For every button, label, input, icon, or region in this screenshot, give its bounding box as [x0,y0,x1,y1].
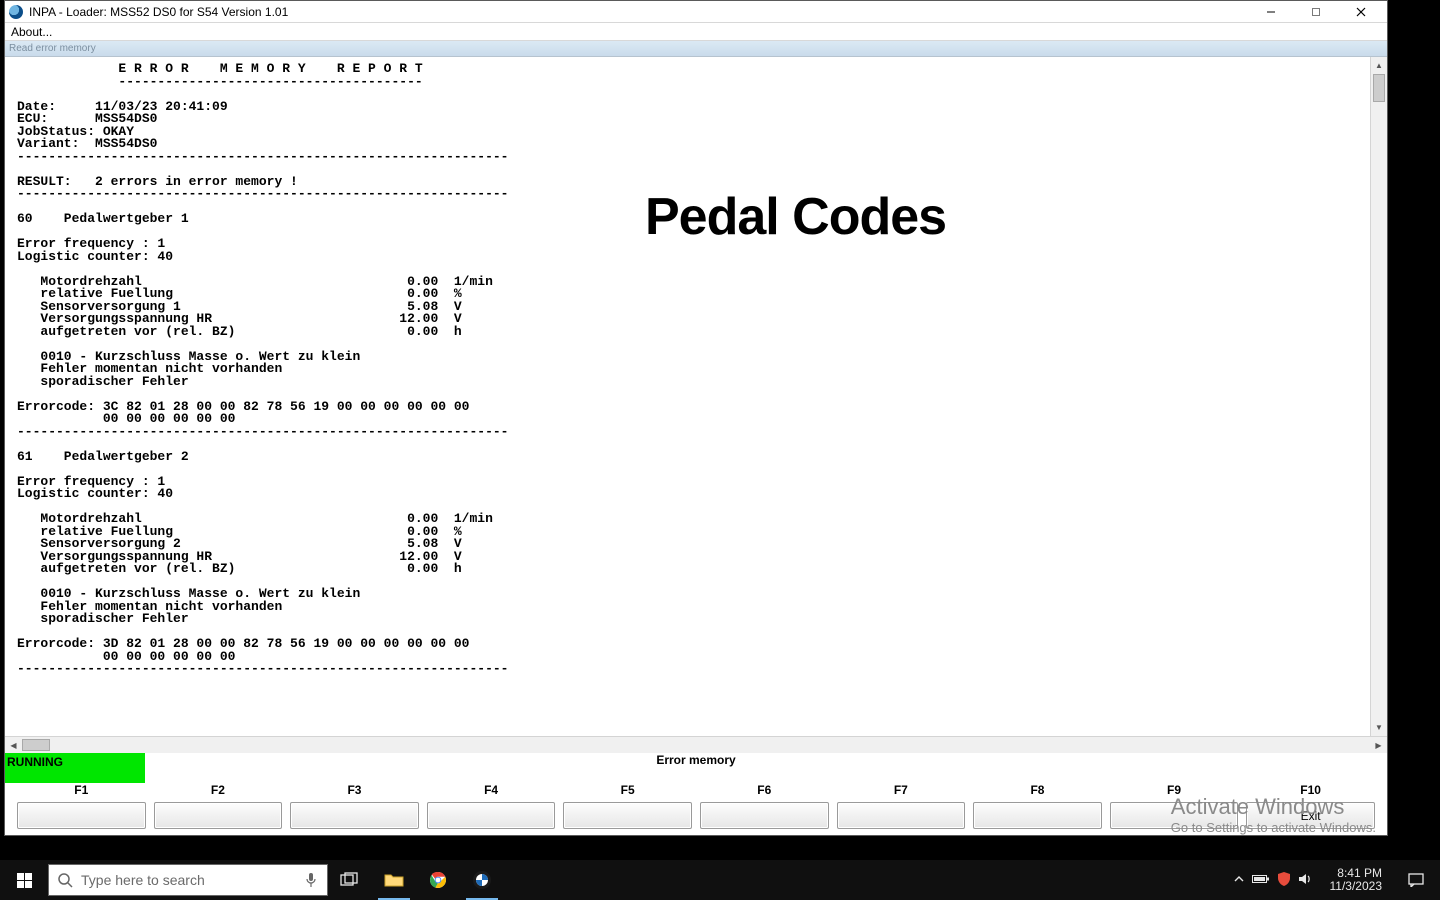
vertical-scrollbar[interactable]: ▲ ▼ [1370,57,1387,736]
tray-security-icon[interactable] [1278,872,1290,889]
fn-button-row: Exit [5,799,1387,835]
hscroll-thumb[interactable] [22,739,50,751]
tray-battery-icon[interactable] [1252,873,1270,887]
toolbar: Read error memory [5,41,1387,57]
fn-label-f9: F9 [1110,783,1239,799]
task-view-button[interactable] [328,860,372,900]
tray-volume-icon[interactable] [1298,873,1312,888]
microphone-icon[interactable] [295,872,327,888]
fn-label-f4: F4 [427,783,556,799]
taskbar-search[interactable]: Type here to search [48,864,328,896]
tray-chevron-up-icon[interactable] [1234,873,1244,887]
fn-label-f1: F1 [17,783,146,799]
error-memory-report: E R R O R M E M O R Y R E P O R T ------… [5,57,1370,676]
horizontal-scrollbar[interactable]: ◀ ▶ [5,736,1387,753]
scroll-left-arrow-icon[interactable]: ◀ [5,737,22,753]
window-title: INPA - Loader: MSS52 DS0 for S54 Version… [29,5,1248,19]
fn-label-row: F1 F2 F3 F4 F5 F6 F7 F8 F9 F10 [5,783,1387,799]
menu-bar: About... [5,23,1387,41]
system-tray: 8:41 PM 11/3/2023 [1230,860,1440,900]
report-pane: E R R O R M E M O R Y R E P O R T ------… [5,57,1370,736]
status-center: Error memory [5,753,1387,767]
search-icon [49,872,81,888]
fn-label-f7: F7 [837,783,966,799]
fn-button-f5[interactable] [563,802,692,829]
scroll-right-arrow-icon[interactable]: ▶ [1370,737,1387,753]
fn-button-f7[interactable] [837,802,966,829]
titlebar[interactable]: INPA - Loader: MSS52 DS0 for S54 Version… [5,1,1387,23]
tray-date: 11/3/2023 [1330,880,1383,893]
taskbar: Type here to search [0,860,1440,900]
close-button[interactable] [1338,1,1383,23]
windows-logo-icon [17,873,32,888]
fn-label-f10: F10 [1246,783,1375,799]
fn-label-f2: F2 [154,783,283,799]
minimize-button[interactable] [1248,1,1293,23]
tray-clock[interactable]: 8:41 PM 11/3/2023 [1322,867,1391,893]
start-button[interactable] [0,860,48,900]
scroll-up-arrow-icon[interactable]: ▲ [1371,57,1387,74]
fn-label-f6: F6 [700,783,829,799]
taskbar-app-file-explorer[interactable] [372,860,416,900]
overlay-heading: Pedal Codes [645,187,946,247]
fn-label-f3: F3 [290,783,419,799]
fn-button-f10[interactable]: Exit [1246,802,1375,829]
tray-notifications-icon[interactable] [1396,860,1436,900]
fn-label-f8: F8 [973,783,1102,799]
fn-label-f5: F5 [563,783,692,799]
fn-button-f4[interactable] [427,802,556,829]
hscroll-track[interactable] [22,737,1370,753]
taskbar-app-chrome[interactable] [416,860,460,900]
menu-about[interactable]: About... [11,25,52,39]
maximize-button[interactable] [1293,1,1338,23]
toolbar-label: Read error memory [9,43,96,54]
scroll-down-arrow-icon[interactable]: ▼ [1371,719,1387,736]
status-row: RUNNING Error memory [5,753,1387,783]
fn-button-f2[interactable] [154,802,283,829]
fn-button-f1[interactable] [17,802,146,829]
fn-button-f6[interactable] [700,802,829,829]
taskbar-app-bmw[interactable] [460,860,504,900]
search-placeholder: Type here to search [81,872,295,888]
app-window: INPA - Loader: MSS52 DS0 for S54 Version… [4,0,1388,836]
scroll-thumb[interactable] [1373,74,1385,102]
fn-button-f8[interactable] [973,802,1102,829]
app-icon [9,5,23,19]
fn-button-f9[interactable] [1110,802,1239,829]
fn-button-f3[interactable] [290,802,419,829]
scroll-track[interactable] [1371,74,1387,719]
